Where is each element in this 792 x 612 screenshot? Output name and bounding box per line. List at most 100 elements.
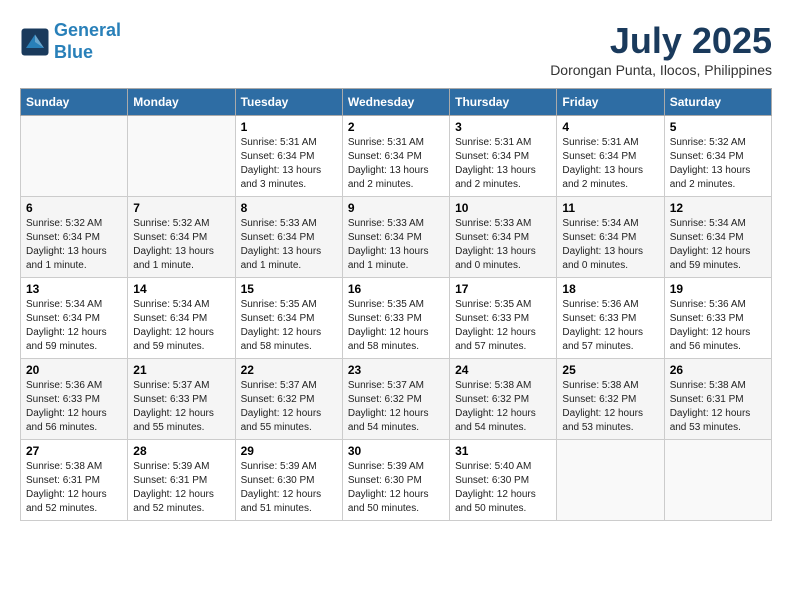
day-info: Sunrise: 5:35 AM Sunset: 6:33 PM Dayligh… xyxy=(348,298,444,354)
week-row-3: 13 Sunrise: 5:34 AM Sunset: 6:34 PM Dayli… xyxy=(21,278,772,359)
day-info: Sunrise: 5:32 AM Sunset: 6:34 PM Dayligh… xyxy=(670,136,766,192)
location: Dorongan Punta, Ilocos, Philippines xyxy=(550,62,772,78)
day-info: Sunrise: 5:38 AM Sunset: 6:32 PM Dayligh… xyxy=(455,379,551,435)
logo-icon xyxy=(20,27,50,57)
day-number: 31 xyxy=(455,444,551,458)
day-number: 14 xyxy=(133,282,229,296)
weekday-header-thursday: Thursday xyxy=(450,89,557,116)
day-info: Sunrise: 5:39 AM Sunset: 6:30 PM Dayligh… xyxy=(348,460,444,516)
day-cell: 2 Sunrise: 5:31 AM Sunset: 6:34 PM Daylig… xyxy=(342,116,449,197)
day-number: 21 xyxy=(133,363,229,377)
week-row-1: 1 Sunrise: 5:31 AM Sunset: 6:34 PM Daylig… xyxy=(21,116,772,197)
day-number: 11 xyxy=(562,201,658,215)
day-number: 26 xyxy=(670,363,766,377)
day-info: Sunrise: 5:32 AM Sunset: 6:34 PM Dayligh… xyxy=(133,217,229,273)
page-header: General Blue July 2025 Dorongan Punta, I… xyxy=(20,20,772,78)
day-info: Sunrise: 5:36 AM Sunset: 6:33 PM Dayligh… xyxy=(26,379,122,435)
weekday-header-saturday: Saturday xyxy=(664,89,771,116)
day-info: Sunrise: 5:38 AM Sunset: 6:31 PM Dayligh… xyxy=(670,379,766,435)
day-cell: 6 Sunrise: 5:32 AM Sunset: 6:34 PM Daylig… xyxy=(21,197,128,278)
day-cell: 18Sunrise: 5:36 AM Sunset: 6:33 PM Dayli… xyxy=(557,278,664,359)
day-number: 20 xyxy=(26,363,122,377)
day-number: 22 xyxy=(241,363,337,377)
day-cell: 4 Sunrise: 5:31 AM Sunset: 6:34 PM Daylig… xyxy=(557,116,664,197)
day-info: Sunrise: 5:39 AM Sunset: 6:30 PM Dayligh… xyxy=(241,460,337,516)
week-row-4: 20 Sunrise: 5:36 AM Sunset: 6:33 PM Dayli… xyxy=(21,359,772,440)
day-number: 5 xyxy=(670,120,766,134)
day-number: 19 xyxy=(670,282,766,296)
day-cell: 24Sunrise: 5:38 AM Sunset: 6:32 PM Dayli… xyxy=(450,359,557,440)
day-number: 23 xyxy=(348,363,444,377)
day-info: Sunrise: 5:33 AM Sunset: 6:34 PM Dayligh… xyxy=(241,217,337,273)
day-number: 15 xyxy=(241,282,337,296)
logo-line2: Blue xyxy=(54,42,93,62)
day-number: 4 xyxy=(562,120,658,134)
day-info: Sunrise: 5:31 AM Sunset: 6:34 PM Dayligh… xyxy=(241,136,337,192)
weekday-header-row: SundayMondayTuesdayWednesdayThursdayFrid… xyxy=(21,89,772,116)
day-number: 25 xyxy=(562,363,658,377)
day-info: Sunrise: 5:34 AM Sunset: 6:34 PM Dayligh… xyxy=(562,217,658,273)
day-cell: 28Sunrise: 5:39 AM Sunset: 6:31 PM Dayli… xyxy=(128,440,235,521)
day-info: Sunrise: 5:34 AM Sunset: 6:34 PM Dayligh… xyxy=(26,298,122,354)
day-info: Sunrise: 5:38 AM Sunset: 6:31 PM Dayligh… xyxy=(26,460,122,516)
day-number: 12 xyxy=(670,201,766,215)
day-cell: 20 Sunrise: 5:36 AM Sunset: 6:33 PM Dayli… xyxy=(21,359,128,440)
day-number: 10 xyxy=(455,201,551,215)
title-block: July 2025 Dorongan Punta, Ilocos, Philip… xyxy=(550,20,772,78)
weekday-header-wednesday: Wednesday xyxy=(342,89,449,116)
day-cell xyxy=(664,440,771,521)
logo-line1: General xyxy=(54,20,121,40)
day-number: 30 xyxy=(348,444,444,458)
day-number: 2 xyxy=(348,120,444,134)
day-number: 13 xyxy=(26,282,122,296)
day-cell: 13 Sunrise: 5:34 AM Sunset: 6:34 PM Dayli… xyxy=(21,278,128,359)
day-cell: 11 Sunrise: 5:34 AM Sunset: 6:34 PM Dayli… xyxy=(557,197,664,278)
weekday-header-monday: Monday xyxy=(128,89,235,116)
day-cell: 31Sunrise: 5:40 AM Sunset: 6:30 PM Dayli… xyxy=(450,440,557,521)
day-cell: 25Sunrise: 5:38 AM Sunset: 6:32 PM Dayli… xyxy=(557,359,664,440)
day-number: 6 xyxy=(26,201,122,215)
day-info: Sunrise: 5:36 AM Sunset: 6:33 PM Dayligh… xyxy=(670,298,766,354)
day-cell: 21 Sunrise: 5:37 AM Sunset: 6:33 PM Dayli… xyxy=(128,359,235,440)
day-cell: 19 Sunrise: 5:36 AM Sunset: 6:33 PM Dayli… xyxy=(664,278,771,359)
day-info: Sunrise: 5:34 AM Sunset: 6:34 PM Dayligh… xyxy=(133,298,229,354)
day-info: Sunrise: 5:37 AM Sunset: 6:33 PM Dayligh… xyxy=(133,379,229,435)
day-info: Sunrise: 5:33 AM Sunset: 6:34 PM Dayligh… xyxy=(348,217,444,273)
day-info: Sunrise: 5:35 AM Sunset: 6:34 PM Dayligh… xyxy=(241,298,337,354)
logo-text: General Blue xyxy=(54,20,121,63)
day-cell: 23 Sunrise: 5:37 AM Sunset: 6:32 PM Dayli… xyxy=(342,359,449,440)
weekday-header-tuesday: Tuesday xyxy=(235,89,342,116)
day-number: 16 xyxy=(348,282,444,296)
month-title: July 2025 xyxy=(550,20,772,62)
day-cell: 17Sunrise: 5:35 AM Sunset: 6:33 PM Dayli… xyxy=(450,278,557,359)
day-info: Sunrise: 5:37 AM Sunset: 6:32 PM Dayligh… xyxy=(348,379,444,435)
day-cell: 1 Sunrise: 5:31 AM Sunset: 6:34 PM Daylig… xyxy=(235,116,342,197)
day-cell: 3Sunrise: 5:31 AM Sunset: 6:34 PM Daylig… xyxy=(450,116,557,197)
day-number: 29 xyxy=(241,444,337,458)
day-cell: 5 Sunrise: 5:32 AM Sunset: 6:34 PM Daylig… xyxy=(664,116,771,197)
day-cell: 12 Sunrise: 5:34 AM Sunset: 6:34 PM Dayli… xyxy=(664,197,771,278)
day-info: Sunrise: 5:33 AM Sunset: 6:34 PM Dayligh… xyxy=(455,217,551,273)
day-cell: 15 Sunrise: 5:35 AM Sunset: 6:34 PM Dayli… xyxy=(235,278,342,359)
day-cell: 7Sunrise: 5:32 AM Sunset: 6:34 PM Daylig… xyxy=(128,197,235,278)
day-info: Sunrise: 5:31 AM Sunset: 6:34 PM Dayligh… xyxy=(562,136,658,192)
day-cell: 26 Sunrise: 5:38 AM Sunset: 6:31 PM Dayli… xyxy=(664,359,771,440)
day-cell: 10 Sunrise: 5:33 AM Sunset: 6:34 PM Dayli… xyxy=(450,197,557,278)
day-info: Sunrise: 5:39 AM Sunset: 6:31 PM Dayligh… xyxy=(133,460,229,516)
weekday-header-sunday: Sunday xyxy=(21,89,128,116)
day-info: Sunrise: 5:31 AM Sunset: 6:34 PM Dayligh… xyxy=(348,136,444,192)
day-info: Sunrise: 5:37 AM Sunset: 6:32 PM Dayligh… xyxy=(241,379,337,435)
day-number: 1 xyxy=(241,120,337,134)
day-number: 8 xyxy=(241,201,337,215)
day-cell xyxy=(21,116,128,197)
day-info: Sunrise: 5:34 AM Sunset: 6:34 PM Dayligh… xyxy=(670,217,766,273)
day-cell: 16 Sunrise: 5:35 AM Sunset: 6:33 PM Dayli… xyxy=(342,278,449,359)
day-cell xyxy=(557,440,664,521)
day-number: 18 xyxy=(562,282,658,296)
day-info: Sunrise: 5:35 AM Sunset: 6:33 PM Dayligh… xyxy=(455,298,551,354)
day-info: Sunrise: 5:32 AM Sunset: 6:34 PM Dayligh… xyxy=(26,217,122,273)
day-cell: 29 Sunrise: 5:39 AM Sunset: 6:30 PM Dayli… xyxy=(235,440,342,521)
week-row-2: 6 Sunrise: 5:32 AM Sunset: 6:34 PM Daylig… xyxy=(21,197,772,278)
day-cell: 8 Sunrise: 5:33 AM Sunset: 6:34 PM Daylig… xyxy=(235,197,342,278)
day-number: 9 xyxy=(348,201,444,215)
